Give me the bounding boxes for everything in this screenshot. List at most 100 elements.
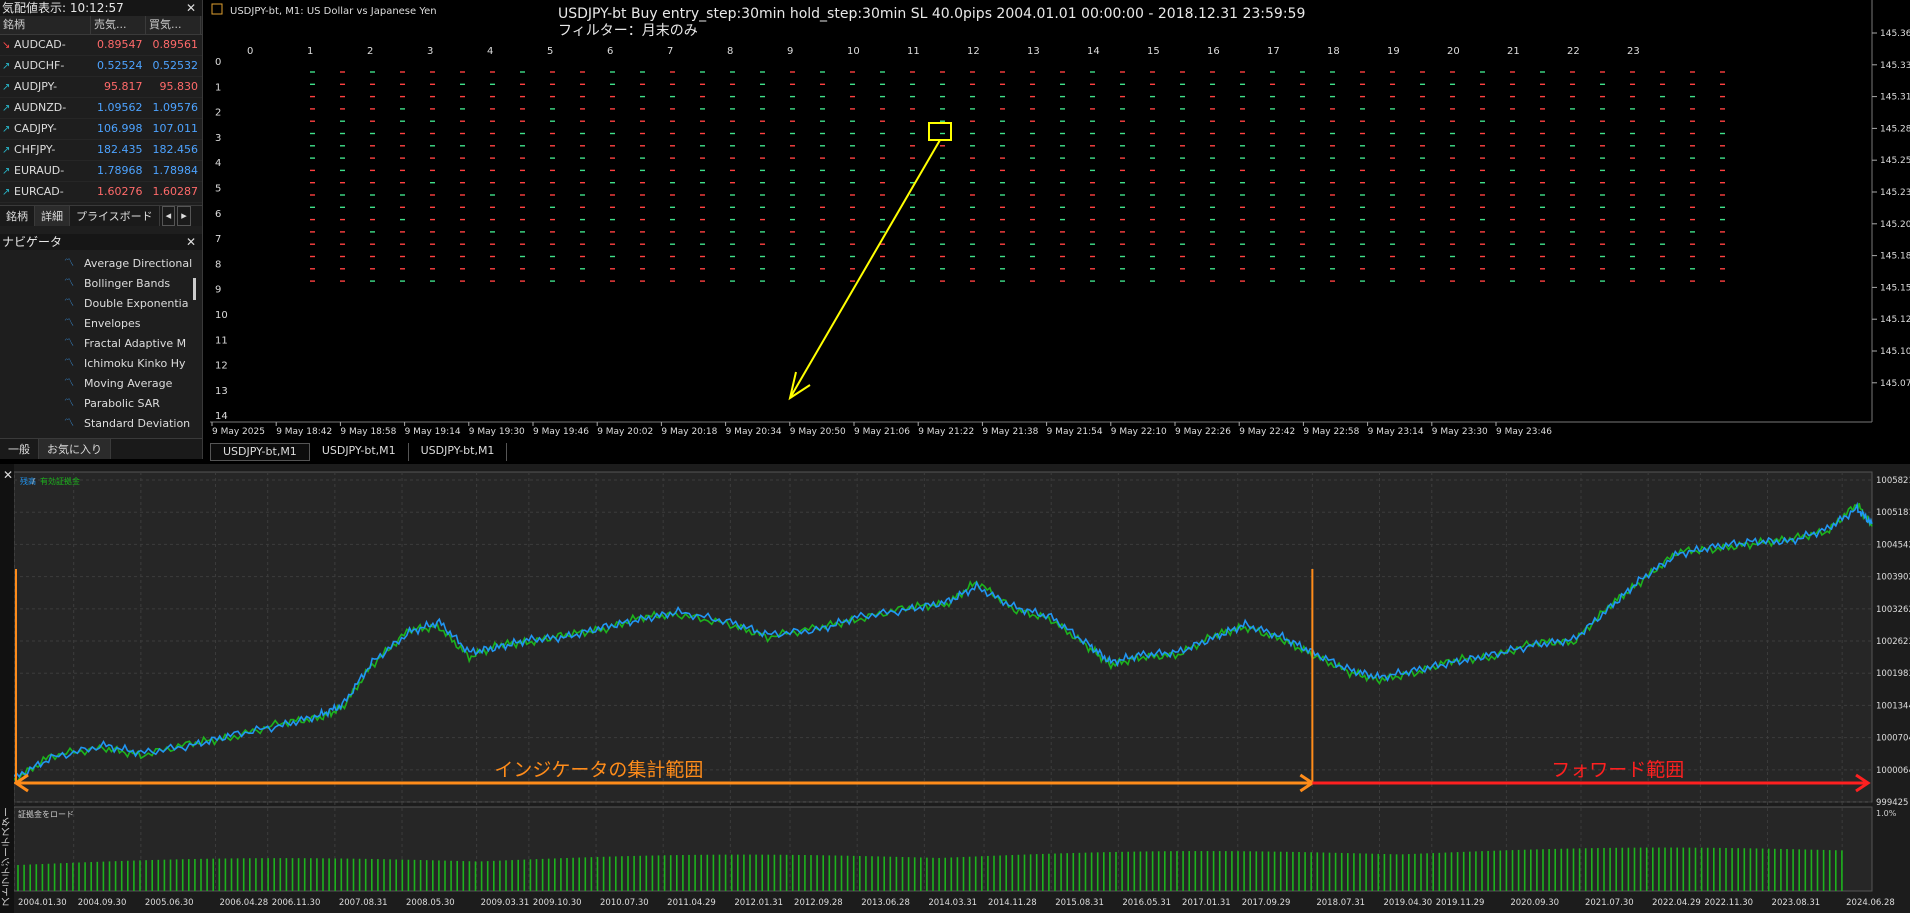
navigator-item[interactable]: 〽 Average Directional <box>0 254 202 274</box>
market-watch-row[interactable]: ↗ EURCAD- 1.60276 1.60287 <box>0 182 202 203</box>
time-label: 9 May 23:30 <box>1432 427 1488 437</box>
symbol-cell: ↗ AUDCHF- <box>0 56 91 76</box>
ask-cell: 1.60287 <box>152 185 199 198</box>
hour-label: 18 <box>1327 46 1340 57</box>
time-label: 9 May 21:22 <box>918 427 974 437</box>
time-label: 9 May 20:02 <box>597 427 653 437</box>
row-label: 7 <box>215 234 221 245</box>
forward-range-label: フォワード範囲 <box>1551 759 1684 781</box>
hour-label: 1 <box>307 46 313 57</box>
indicator-icon: 〽 <box>64 298 74 309</box>
symbol-cell: ↘ AUDCAD- <box>0 35 91 55</box>
x-tick-label: 2006.04.28 <box>219 898 268 908</box>
indicator-icon: 〽 <box>64 398 74 409</box>
arrow-up-icon: ↗ <box>2 124 11 135</box>
price-label: 145.310 <box>1880 93 1910 103</box>
indicator-icon: 〽 <box>64 278 74 289</box>
balance-graph[interactable]: 残高 / 有効証拠金 インジケータの集計範囲 フォワード範囲 証拠金をロード 1… <box>14 464 1910 913</box>
hour-label: 12 <box>967 46 980 57</box>
row-label: 5 <box>215 184 221 195</box>
margin-load-label: 証拠金をロード <box>18 809 74 819</box>
price-chart-window[interactable]: USDJPY-bt, M1: US Dollar vs Japanese Yen… <box>210 0 1910 443</box>
hour-grid-chart[interactable]: USDJPY-bt, M1: US Dollar vs Japanese Yen… <box>210 0 1910 443</box>
symbol-name: CHFJPY- <box>14 143 56 156</box>
market-watch-row[interactable]: ↘ AUDCAD- 0.89547 0.89561 <box>0 35 202 56</box>
tab-details[interactable]: 詳細 <box>35 206 70 226</box>
time-label: 9 May 20:50 <box>790 427 846 437</box>
row-label: 8 <box>215 259 221 270</box>
market-watch-title-text: 気配値表示: 10:12:57 <box>2 1 124 15</box>
time-label: 9 May 20:18 <box>661 427 717 437</box>
navigator-item[interactable]: 〽 Parabolic SAR <box>0 394 202 414</box>
market-watch-row[interactable]: ↗ EURAUD- 1.78968 1.78984 <box>0 161 202 182</box>
market-watch-row[interactable]: ↗ AUDNZD- 1.09562 1.09576 <box>0 98 202 119</box>
x-tick-label: 2009.10.30 <box>533 898 582 908</box>
navigator-item[interactable]: 〽 Double Exponentia <box>0 294 202 314</box>
navigator-item[interactable]: 〽 Standard Deviation <box>0 414 202 434</box>
close-icon[interactable]: ✕ <box>186 234 196 250</box>
x-tick-label: 2013.06.28 <box>861 898 910 908</box>
tab-scroll-left-icon[interactable]: ◂ <box>161 206 176 226</box>
hour-label: 21 <box>1507 46 1520 57</box>
x-tick-label: 2008.05.30 <box>406 898 455 908</box>
chart-tab-3[interactable]: USDJPY-bt,M1 <box>409 443 508 461</box>
ask-cell: 1.09576 <box>152 101 199 114</box>
market-watch-row[interactable]: ↗ AUDJPY- 95.817 95.830 <box>0 77 202 98</box>
y-tick-label: 1004542 <box>1876 540 1910 550</box>
navigator-item[interactable]: 〽 Bollinger Bands <box>0 274 202 294</box>
arrow-up-icon: ↗ <box>2 187 11 198</box>
tab-symbols[interactable]: 銘柄 <box>0 206 35 226</box>
market-watch-row[interactable]: ↗ AUDCHF- 0.52524 0.52532 <box>0 56 202 77</box>
pips-grid-dashes <box>310 71 1725 282</box>
column-symbol[interactable]: 銘柄 <box>0 16 91 34</box>
bid-cell: 1.78968 <box>97 164 143 177</box>
indicator-icon: 〽 <box>64 418 74 429</box>
annotation-arrow-line <box>789 139 941 399</box>
market-watch-row[interactable]: ↗ CADJPY- 106.998 107.011 <box>0 119 202 140</box>
navigator-item[interactable]: 〽 Moving Average <box>0 374 202 394</box>
close-icon[interactable]: ✕ <box>186 0 196 16</box>
x-tick-label: 2023.08.31 <box>1772 898 1821 908</box>
ask-cell: 1.78984 <box>152 164 199 177</box>
navigator-item[interactable]: 〽 Ichimoku Kinko Hy <box>0 354 202 374</box>
navigator-scrollbar[interactable] <box>193 278 196 300</box>
navigator-item[interactable]: 〽 Envelopes <box>0 314 202 334</box>
in-sample-range-label: インジケータの集計範囲 <box>494 759 703 781</box>
x-tick-label: 2009.03.31 <box>481 898 530 908</box>
column-ask[interactable]: 買気... <box>146 16 201 34</box>
chart-tab-1[interactable]: USDJPY-bt,M1 <box>210 443 310 461</box>
hour-label: 11 <box>907 46 920 57</box>
close-icon[interactable]: ✕ <box>3 468 13 482</box>
time-label: 9 May 22:26 <box>1175 427 1231 437</box>
symbol-name: EURCAD- <box>14 185 64 198</box>
arrow-up-icon: ↗ <box>2 166 11 177</box>
tab-favorites[interactable]: お気に入り <box>39 439 111 459</box>
hour-label: 20 <box>1447 46 1460 57</box>
tab-price-board[interactable]: プライスボード <box>70 206 160 226</box>
balance-y-axis-labels: 1005821 1005181 1004542 1003902 1003262 10026… <box>1876 476 1910 808</box>
hour-label: 14 <box>1087 46 1100 57</box>
bid-cell: 0.52524 <box>97 59 143 72</box>
x-tick-label: 2018.07.31 <box>1316 898 1365 908</box>
column-bid[interactable]: 売気... <box>91 16 146 34</box>
tester-side-title: ストラテジーテスター <box>2 807 13 907</box>
x-tick-label: 2019.11.29 <box>1436 898 1485 908</box>
x-tick-label: 2007.08.31 <box>339 898 388 908</box>
tab-general[interactable]: 一般 <box>0 439 39 459</box>
chart-tab-2[interactable]: USDJPY-bt,M1 <box>310 443 409 461</box>
legend-separator: / <box>32 477 35 486</box>
time-label: 9 May 18:42 <box>276 427 332 437</box>
market-watch-row[interactable]: ↗ CHFJPY- 182.435 182.456 <box>0 140 202 161</box>
x-tick-label: 2015.08.31 <box>1055 898 1104 908</box>
time-label: 9 May 22:42 <box>1239 427 1295 437</box>
tab-scroll-right-icon[interactable]: ▸ <box>177 206 191 226</box>
symbol-cell: ↗ EURAUD- <box>0 161 91 181</box>
navigator-item[interactable]: 〽 Fractal Adaptive M <box>0 334 202 354</box>
symbol-cell: ↗ AUDNZD- <box>0 98 91 118</box>
indicator-icon: 〽 <box>64 378 74 389</box>
market-watch-tabs: 銘柄 詳細 プライスボード ◂ ▸ <box>0 205 202 226</box>
hour-label: 19 <box>1387 46 1400 57</box>
market-watch-panel: 気配値表示: 10:12:57 ✕ 銘柄 売気... 買気... ↘ AUDCAD… <box>0 0 203 234</box>
navigator-tree: 〽 Average Directional 〽 Bollinger Bands 〽 Dou… <box>0 254 202 434</box>
time-label: 9 May 19:30 <box>469 427 525 437</box>
